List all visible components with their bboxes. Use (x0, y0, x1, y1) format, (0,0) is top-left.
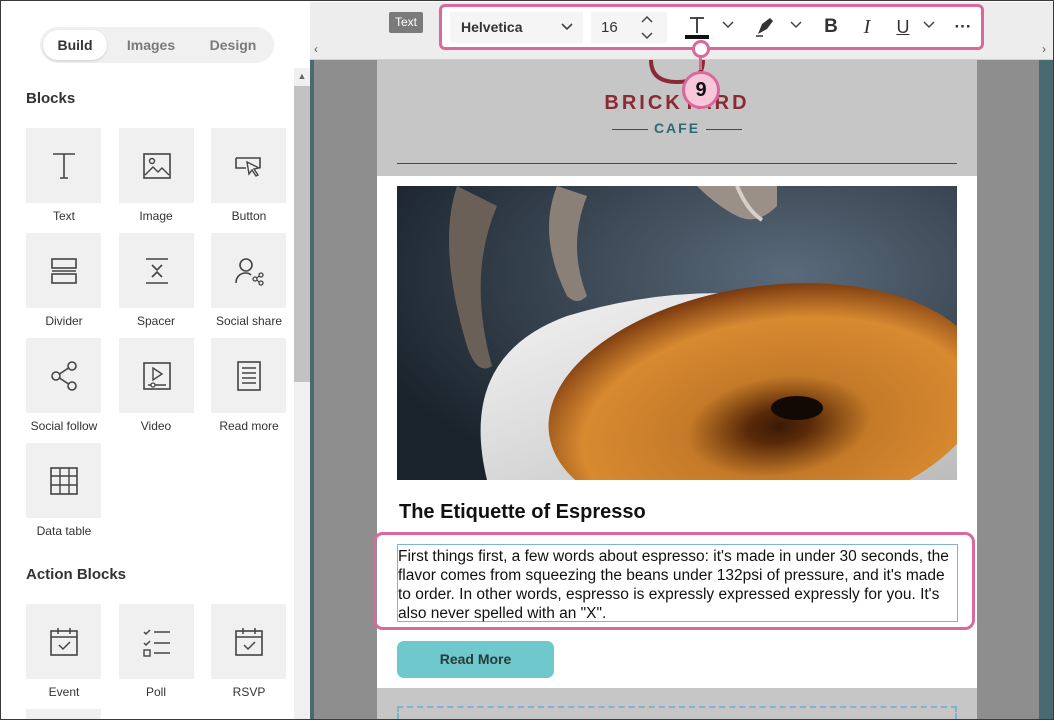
bold-icon[interactable]: B (818, 14, 844, 40)
sidebar-tabs: Build Images Design (40, 27, 274, 63)
block-social-share[interactable] (211, 233, 286, 308)
callout-stem (699, 56, 702, 70)
app-window: Build Images Design Blocks Text Image Bu… (0, 0, 1054, 720)
sidebar-scrollbar-thumb[interactable] (294, 86, 310, 382)
spacer-icon (145, 257, 168, 284)
divider-icon (50, 257, 77, 284)
espresso-hero-image[interactable] (397, 186, 957, 480)
block-image-label: Image (139, 209, 173, 223)
block-divider[interactable] (26, 233, 101, 308)
toolbar-strip: Text Helvetica 16 B I U ··· ‹ › (310, 2, 1053, 60)
logo-brand-text: BRICKYARD (604, 92, 750, 114)
scroll-right-arrow-icon[interactable]: › (1042, 42, 1046, 56)
espresso-cup-picture (397, 186, 957, 480)
block-text[interactable] (26, 128, 101, 203)
read-more-button[interactable]: Read More (397, 641, 554, 678)
block-data-table[interactable] (26, 443, 101, 518)
button-icon (234, 156, 261, 177)
social-follow-icon (50, 360, 77, 391)
chevron-up-icon[interactable] (641, 15, 653, 23)
block-button[interactable] (211, 128, 286, 203)
text-icon (52, 152, 75, 179)
block-text-label: Text (52, 209, 75, 223)
text-color-button[interactable] (684, 14, 710, 40)
social-share-icon (234, 257, 264, 286)
tab-design[interactable]: Design (198, 30, 268, 60)
block-video-label: Video (140, 419, 172, 433)
block-read-more-label: Read more (219, 419, 279, 433)
block-social-follow-label: Social follow (30, 419, 98, 433)
tab-build[interactable]: Build (43, 30, 107, 60)
block-social-follow[interactable] (26, 338, 101, 413)
text-formatting-toolbar: Helvetica 16 B I U ··· (439, 4, 984, 50)
font-family-select[interactable]: Helvetica (450, 12, 583, 43)
read-more-icon (236, 360, 261, 391)
empty-drop-zone[interactable] (397, 706, 957, 719)
block-rsvp[interactable] (211, 604, 286, 679)
chevron-down-icon[interactable] (790, 21, 802, 29)
block-event[interactable] (26, 604, 101, 679)
chevron-down-icon[interactable] (641, 32, 653, 40)
event-calendar-icon (49, 627, 78, 656)
chevron-down-icon (561, 23, 573, 31)
block-divider-label: Divider (45, 314, 83, 328)
image-icon (142, 152, 171, 179)
body-text-highlight-outline (373, 532, 975, 630)
article-headline: The Etiquette of Espresso (399, 501, 646, 523)
video-icon (142, 361, 171, 390)
block-data-table-label: Data table (36, 524, 92, 538)
text-color-icon (685, 17, 709, 39)
action-blocks-heading: Action Blocks (26, 566, 127, 583)
block-spacer[interactable] (119, 233, 194, 308)
block-social-share-label: Social share (215, 314, 283, 328)
block-read-more[interactable] (211, 338, 286, 413)
poll-icon (142, 628, 170, 657)
header-divider (397, 163, 957, 164)
logo-sub-text: CAFE (377, 120, 977, 136)
font-size-value: 16 (601, 19, 618, 36)
callout-number-badge: 9 (682, 71, 720, 109)
italic-icon[interactable]: I (854, 14, 880, 40)
highlight-button[interactable] (752, 14, 778, 40)
more-icon[interactable]: ··· (950, 14, 976, 40)
font-size-stepper[interactable]: 16 (591, 12, 667, 43)
block-button-label: Button (231, 209, 267, 223)
selected-element-badge: Text (389, 12, 424, 33)
sidebar: Build Images Design Blocks Text Image Bu… (2, 2, 310, 719)
block-next-partial[interactable] (26, 709, 101, 719)
underline-icon[interactable]: U (890, 14, 916, 40)
chevron-down-icon[interactable] (722, 21, 734, 29)
block-spacer-label: Spacer (136, 314, 176, 328)
scroll-up-arrow-icon[interactable]: ▲ (294, 68, 310, 84)
block-rsvp-label: RSVP (232, 685, 266, 699)
block-poll-label: Poll (145, 685, 166, 699)
blocks-heading: Blocks (26, 90, 76, 107)
logo-block[interactable]: BRICKYARD CAFE (377, 60, 977, 176)
block-poll[interactable] (119, 604, 194, 679)
logo-sub-label: CAFE (653, 120, 701, 136)
block-image[interactable] (119, 128, 194, 203)
highlight-icon (756, 18, 773, 37)
tab-images[interactable]: Images (116, 30, 186, 60)
rsvp-calendar-icon (234, 627, 263, 656)
data-table-icon (49, 466, 78, 495)
font-family-value: Helvetica (461, 19, 523, 35)
block-video[interactable] (119, 338, 194, 413)
chevron-down-icon[interactable] (923, 21, 935, 29)
block-event-label: Event (48, 685, 80, 699)
scroll-left-arrow-icon[interactable]: ‹ (314, 42, 318, 56)
